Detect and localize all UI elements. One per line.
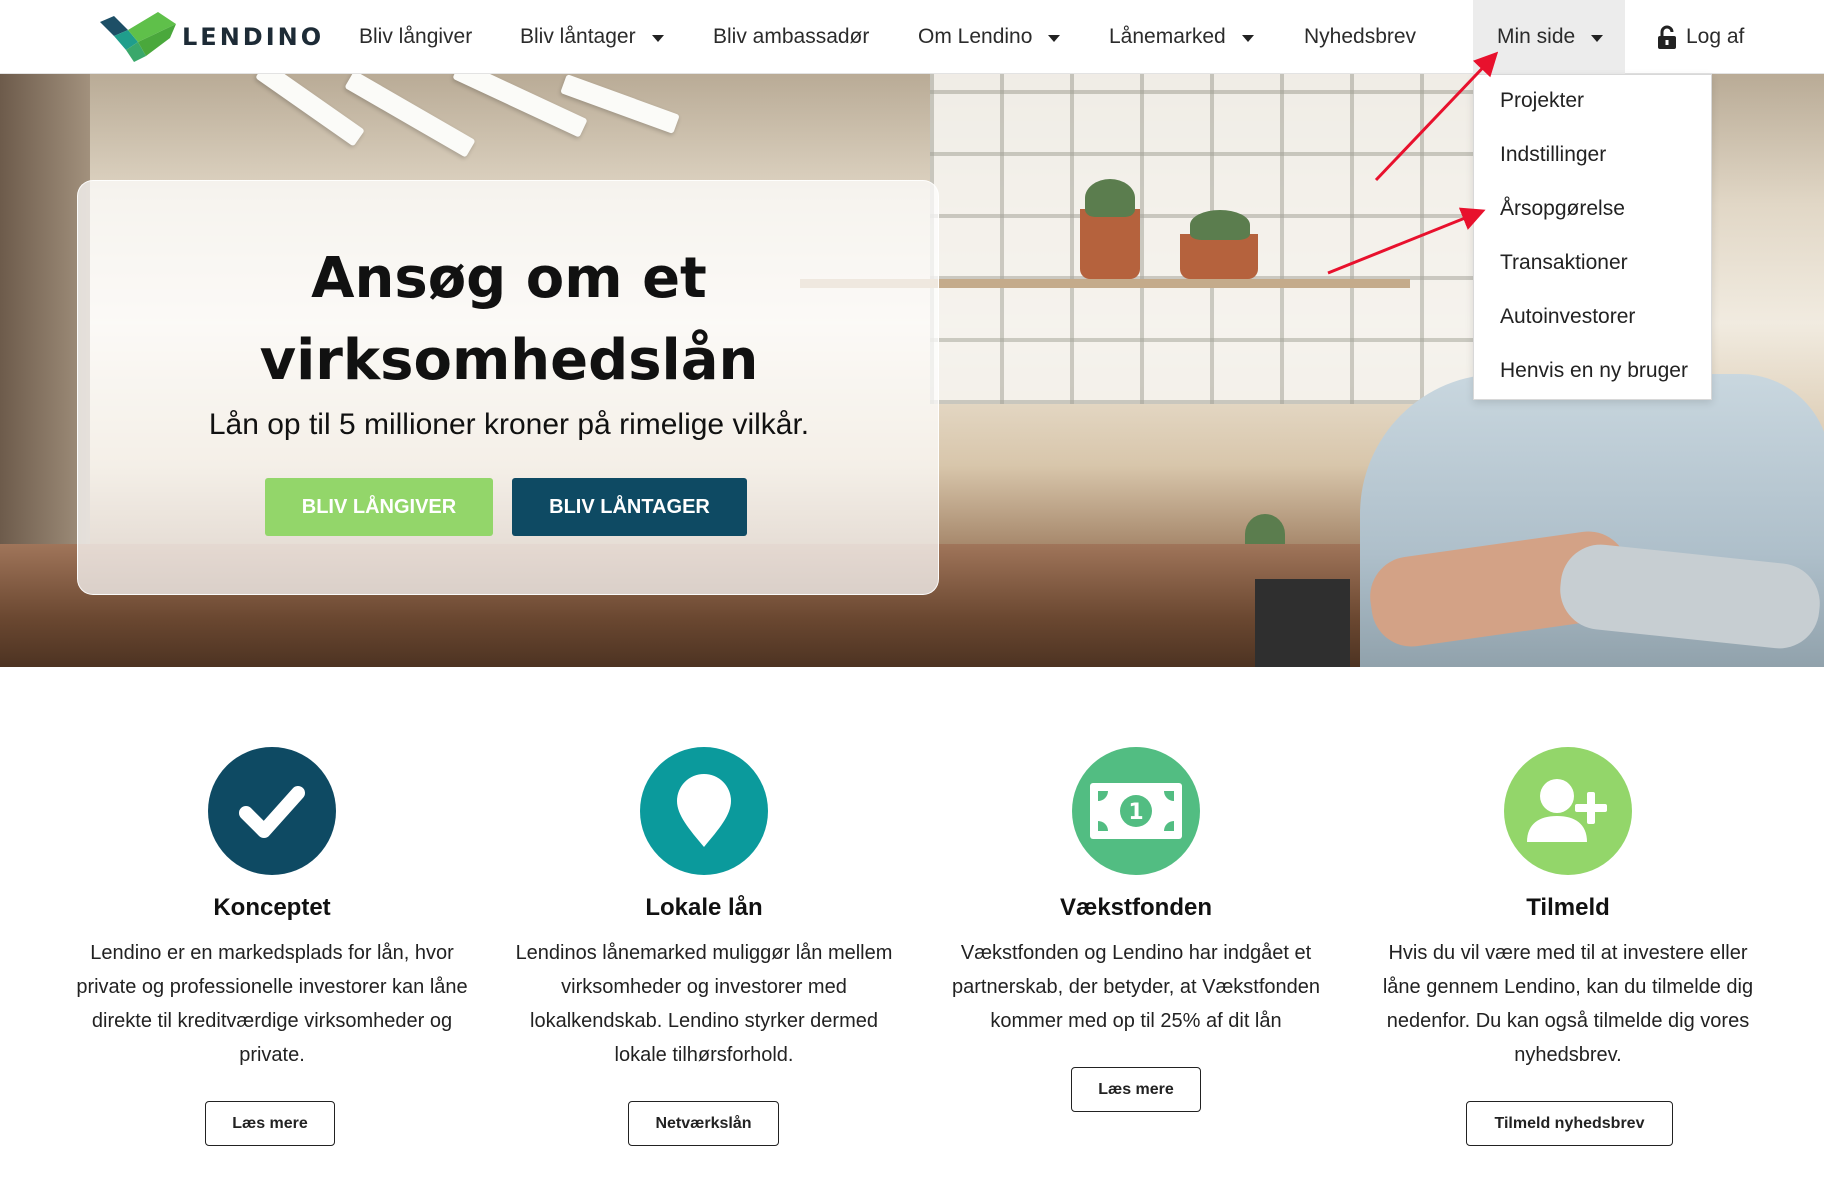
nav-bliv-ambassador[interactable]: Bliv ambassadør (713, 0, 869, 74)
svg-text:1: 1 (1128, 800, 1143, 825)
bliv-lantager-button[interactable]: BLIV LÅNTAGER (512, 478, 747, 536)
hero-background-plant (1190, 210, 1250, 240)
nav-label: Om Lendino (918, 25, 1033, 48)
nav-om-lendino[interactable]: Om Lendino (918, 0, 1061, 74)
lendino-logo-icon (100, 12, 176, 62)
hero-background-monitor (1255, 579, 1350, 667)
feature-title: Vækstfonden (1059, 894, 1212, 921)
hero-card: Ansøg om et virksomhedslån Lån op til 5 … (77, 180, 939, 595)
feature-tilmeld: Tilmeld Hvis du vil være med til at inve… (1353, 747, 1783, 1072)
nav-lanemarked[interactable]: Lånemarked (1109, 0, 1254, 74)
nav-label: Bliv långiver (359, 25, 473, 48)
checkmark-icon (208, 747, 336, 875)
feature-text: Lendino er en markedsplads for lån, hvor… (76, 942, 468, 1066)
caret-down-icon (1048, 34, 1061, 42)
top-navbar: LENDINO Bliv långiver Bliv låntager Bliv… (0, 0, 1824, 74)
dropdown-item-henvis-ny-bruger[interactable]: Henvis en ny bruger (1500, 359, 1688, 383)
bliv-langiver-button[interactable]: BLIV LÅNGIVER (265, 478, 493, 536)
dropdown-item-projekter[interactable]: Projekter (1500, 89, 1584, 113)
nav-label: Min side (1497, 25, 1576, 48)
feature-title: Konceptet (213, 894, 331, 921)
min-side-dropdown-menu: Projekter Indstillinger Årsopgørelse Tra… (1473, 74, 1712, 400)
nav-label: Bliv låntager (520, 25, 636, 48)
lendino-logo[interactable]: LENDINO (100, 12, 324, 62)
feature-lokale-lan: Lokale lån Lendinos lånemarked muliggør … (489, 747, 919, 1072)
feature-text: Vækstfonden og Lendino har indgået et pa… (952, 942, 1320, 1032)
hero-title: Ansøg om et virksomhedslån (78, 238, 940, 402)
netvaerkslan-button[interactable]: Netværkslån (628, 1101, 779, 1146)
hero-subtitle: Lån op til 5 millioner kroner på rimelig… (208, 408, 810, 441)
nav-label: Log af (1686, 25, 1745, 48)
hero-title-line-1: Ansøg om et (311, 246, 707, 311)
feature-text: Lendinos lånemarked muliggør lån mellem … (515, 942, 893, 1066)
caret-down-icon (1241, 34, 1254, 42)
caret-down-icon (651, 34, 664, 42)
dropdown-item-autoinvestorer[interactable]: Autoinvestorer (1500, 305, 1635, 329)
vaekstfonden-laes-mere-button[interactable]: Læs mere (1071, 1067, 1201, 1112)
caret-down-icon (1591, 34, 1604, 42)
nav-label: Lånemarked (1109, 25, 1226, 48)
nav-label: Nyhedsbrev (1304, 25, 1417, 48)
feature-title: Lokale lån (645, 894, 763, 921)
dropdown-item-indstillinger[interactable]: Indstillinger (1500, 143, 1606, 167)
add-user-icon (1504, 747, 1632, 875)
unlock-icon (1658, 25, 1676, 49)
nav-log-af[interactable]: Log af (1657, 0, 1744, 74)
hero-title-line-2: virksomhedslån (259, 328, 759, 393)
feature-konceptet: Konceptet Lendino er en markedsplads for… (57, 747, 487, 1072)
konceptet-laes-mere-button[interactable]: Læs mere (205, 1101, 335, 1146)
hero-background-pot (1180, 234, 1258, 279)
hero-background-plant (1085, 179, 1135, 217)
feature-text: Hvis du vil være med til at investere el… (1382, 942, 1754, 1066)
feature-title: Tilmeld (1526, 894, 1610, 921)
nav-nyhedsbrev[interactable]: Nyhedsbrev (1304, 0, 1416, 74)
dropdown-item-arsopgorelse[interactable]: Årsopgørelse (1500, 197, 1625, 221)
nav-min-side[interactable]: Min side (1473, 0, 1626, 74)
nav-bliv-lantager[interactable]: Bliv låntager (520, 0, 664, 74)
feature-vaekstfonden: 1 Vækstfonden Vækstfonden og Lendino har… (921, 747, 1351, 1038)
nav-bliv-langiver[interactable]: Bliv långiver (359, 0, 472, 74)
dropdown-item-transaktioner[interactable]: Transaktioner (1500, 251, 1628, 275)
tilmeld-nyhedsbrev-button[interactable]: Tilmeld nyhedsbrev (1466, 1101, 1673, 1146)
hero-background-pot (1080, 209, 1140, 279)
nav-label: Bliv ambassadør (713, 25, 870, 48)
hero-background-lamp (344, 74, 476, 158)
banknote-icon: 1 (1072, 747, 1200, 875)
map-pin-icon (640, 747, 768, 875)
brand-name: LENDINO (182, 23, 325, 51)
